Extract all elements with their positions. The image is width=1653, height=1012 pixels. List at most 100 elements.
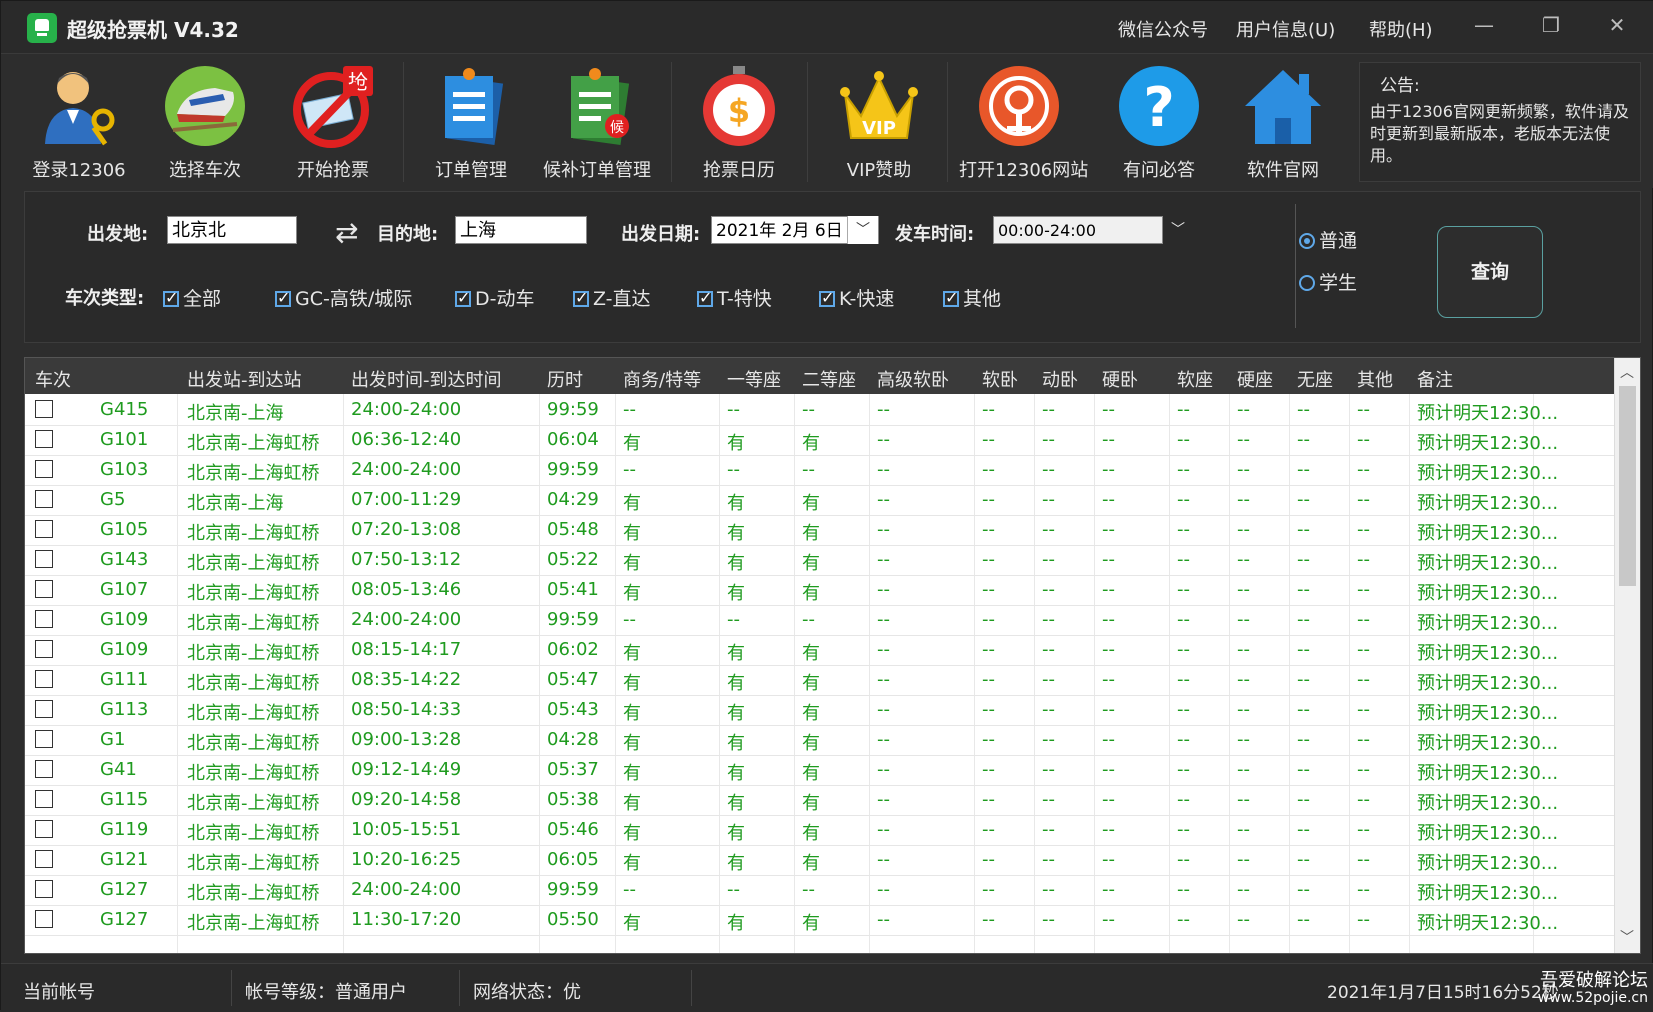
vip-sponsor-button[interactable]: VIP VIP赞助 [819, 60, 939, 182]
row-checkbox[interactable] [35, 550, 53, 568]
column-header[interactable]: 备注 [1417, 366, 1453, 392]
type-other-checkbox[interactable]: 其他 [943, 284, 1001, 311]
table-row[interactable]: G101 北京南-上海虹桥 06:36-12:40 06:04 有 有 有 -- -- -- -- -… [25, 424, 1615, 456]
grab-calendar-button[interactable]: $ 抢票日历 [679, 60, 799, 182]
row-checkbox[interactable] [35, 400, 53, 418]
row-checkbox[interactable] [35, 760, 53, 778]
row-checkbox[interactable] [35, 490, 53, 508]
column-header[interactable]: 无座 [1297, 366, 1333, 392]
column-header[interactable]: 硬卧 [1102, 366, 1138, 392]
table-cell: 有 [802, 493, 820, 514]
table-row[interactable]: G109 北京南-上海虹桥 08:15-14:17 06:02 有 有 有 -- -- -- -- -… [25, 634, 1615, 666]
passenger-student-radio[interactable]: 学生 [1299, 268, 1357, 295]
table-row[interactable]: G1 北京南-上海虹桥 09:00-13:28 04:28 有 有 有 -- -- -- -- -- -… [25, 724, 1615, 756]
table-row[interactable]: G103 北京南-上海虹桥 24:00-24:00 99:59 -- -- -- -- -- --… [25, 454, 1615, 486]
row-checkbox[interactable] [35, 730, 53, 748]
row-checkbox[interactable] [35, 610, 53, 628]
table-cell: -- [623, 399, 636, 420]
vertical-scrollbar[interactable]: ︿ ﹀ [1614, 358, 1640, 953]
swap-stations-icon[interactable]: ⇄ [335, 216, 358, 249]
login-12306-button[interactable]: 登录12306 [19, 60, 139, 182]
type-gc-checkbox[interactable]: GC-高铁/城际 [275, 284, 412, 311]
row-checkbox[interactable] [35, 460, 53, 478]
scroll-up-icon[interactable]: ︿ [1620, 362, 1634, 382]
row-checkbox[interactable] [35, 910, 53, 928]
departure-date-picker[interactable]: 2021年 2月 6日 ﹀ [711, 216, 879, 244]
departure-time-select[interactable]: 00:00-24:00 [993, 216, 1163, 244]
column-header[interactable]: 高级软卧 [877, 366, 949, 392]
column-header[interactable]: 车次 [35, 366, 71, 392]
search-button[interactable]: 查询 [1437, 226, 1543, 318]
type-z-checkbox[interactable]: Z-直达 [573, 284, 651, 311]
table-cell: -- [982, 909, 995, 930]
table-row[interactable]: G109 北京南-上海虹桥 24:00-24:00 99:59 -- -- -- -- -- --… [25, 604, 1615, 636]
scrollbar-thumb[interactable] [1619, 386, 1636, 586]
table-cell: 24:00-24:00 [351, 879, 462, 900]
row-checkbox[interactable] [35, 430, 53, 448]
waitlist-order-button[interactable]: 候 候补订单管理 [537, 60, 657, 182]
column-header[interactable]: 动卧 [1042, 366, 1078, 392]
table-cell: -- [1177, 429, 1190, 450]
column-header[interactable]: 软卧 [982, 366, 1018, 392]
column-header[interactable]: 商务/特等 [623, 366, 701, 392]
table-cell: -- [1237, 639, 1250, 660]
restore-icon[interactable]: ❐ [1536, 13, 1566, 37]
table-row[interactable]: G115 北京南-上海虹桥 09:20-14:58 05:38 有 有 有 -- -- -- -- -… [25, 784, 1615, 816]
type-k-checkbox[interactable]: K-快速 [819, 284, 894, 311]
type-t-checkbox[interactable]: T-特快 [697, 284, 772, 311]
column-header[interactable]: 软座 [1177, 366, 1213, 392]
table-row[interactable]: G121 北京南-上海虹桥 10:20-16:25 06:05 有 有 有 -- -- -- -- -… [25, 844, 1615, 876]
column-header[interactable]: 出发时间-到达时间 [351, 366, 502, 392]
row-checkbox[interactable] [35, 640, 53, 658]
row-checkbox[interactable] [35, 880, 53, 898]
table-row[interactable]: G143 北京南-上海虹桥 07:50-13:12 05:22 有 有 有 -- -- -- -- -… [25, 544, 1615, 576]
select-train-button[interactable]: 选择车次 [145, 60, 265, 182]
row-checkbox[interactable] [35, 850, 53, 868]
start-grab-button[interactable]: 抢 开始抢票 [273, 60, 393, 182]
table-row[interactable]: G41 北京南-上海虹桥 09:12-14:49 05:37 有 有 有 -- -- -- -- --… [25, 754, 1615, 786]
open-12306-button[interactable]: 打开12306网站 [959, 60, 1088, 182]
chevron-down-icon[interactable]: ﹀ [1163, 216, 1193, 244]
table-row[interactable]: G5 北京南-上海 07:00-11:29 04:29 有 有 有 -- -- -- -- -- -- -… [25, 484, 1615, 516]
table-row[interactable]: G127 北京南-上海虹桥 24:00-24:00 99:59 -- -- -- -- -- --… [25, 874, 1615, 906]
type-d-checkbox[interactable]: D-动车 [455, 284, 535, 311]
order-management-button[interactable]: 订单管理 [411, 60, 531, 182]
table-cell: -- [1357, 579, 1370, 600]
column-header[interactable]: 历时 [547, 366, 583, 392]
table-row[interactable]: G113 北京南-上海虹桥 08:50-14:33 05:43 有 有 有 -- -- -- -- -… [25, 694, 1615, 726]
table-row[interactable]: G107 北京南-上海虹桥 08:05-13:46 05:41 有 有 有 -- -- -- -- -… [25, 574, 1615, 606]
table-cell: -- [1297, 909, 1310, 930]
type-all-checkbox[interactable]: 全部 [163, 284, 221, 311]
passenger-normal-label: 普通 [1319, 230, 1358, 252]
passenger-normal-radio[interactable]: 普通 [1299, 226, 1357, 253]
row-checkbox[interactable] [35, 520, 53, 538]
menu-help[interactable]: 帮助(H) [1369, 16, 1433, 42]
table-row[interactable]: G415 北京南-上海 24:00-24:00 99:59 -- -- -- -- -- -- --… [25, 394, 1615, 426]
faq-button[interactable]: ? 有问必答 [1099, 60, 1219, 182]
row-checkbox[interactable] [35, 790, 53, 808]
table-cell: -- [802, 609, 815, 630]
table-cell: 有 [623, 823, 641, 844]
table-row[interactable]: G119 北京南-上海虹桥 10:05-15:51 05:46 有 有 有 -- -- -- -- -… [25, 814, 1615, 846]
row-checkbox[interactable] [35, 820, 53, 838]
from-station-input[interactable]: 北京北 [167, 216, 297, 244]
row-checkbox[interactable] [35, 580, 53, 598]
to-station-input[interactable]: 上海 [455, 216, 587, 244]
row-checkbox[interactable] [35, 700, 53, 718]
column-header[interactable]: 二等座 [802, 366, 856, 392]
table-row[interactable]: G105 北京南-上海虹桥 07:20-13:08 05:48 有 有 有 -- -- -- -- -… [25, 514, 1615, 546]
column-header[interactable]: 一等座 [727, 366, 781, 392]
table-row[interactable]: G111 北京南-上海虹桥 08:35-14:22 05:47 有 有 有 -- -- -- -- -… [25, 664, 1615, 696]
menu-wechat[interactable]: 微信公众号 [1118, 16, 1208, 42]
table-row[interactable]: G127 北京南-上海虹桥 11:30-17:20 05:50 有 有 有 -- -- -- -- -… [25, 904, 1615, 936]
chevron-down-icon[interactable]: ﹀ [847, 216, 878, 244]
close-icon[interactable]: ✕ [1602, 13, 1632, 37]
scroll-down-icon[interactable]: ﹀ [1620, 927, 1634, 947]
column-header[interactable]: 出发站-到达站 [187, 366, 302, 392]
column-header[interactable]: 其他 [1357, 366, 1393, 392]
official-site-button[interactable]: 软件官网 [1223, 60, 1343, 182]
column-header[interactable]: 硬座 [1237, 366, 1273, 392]
row-checkbox[interactable] [35, 670, 53, 688]
minimize-icon[interactable]: — [1469, 13, 1499, 37]
menu-user-info[interactable]: 用户信息(U) [1236, 16, 1335, 42]
